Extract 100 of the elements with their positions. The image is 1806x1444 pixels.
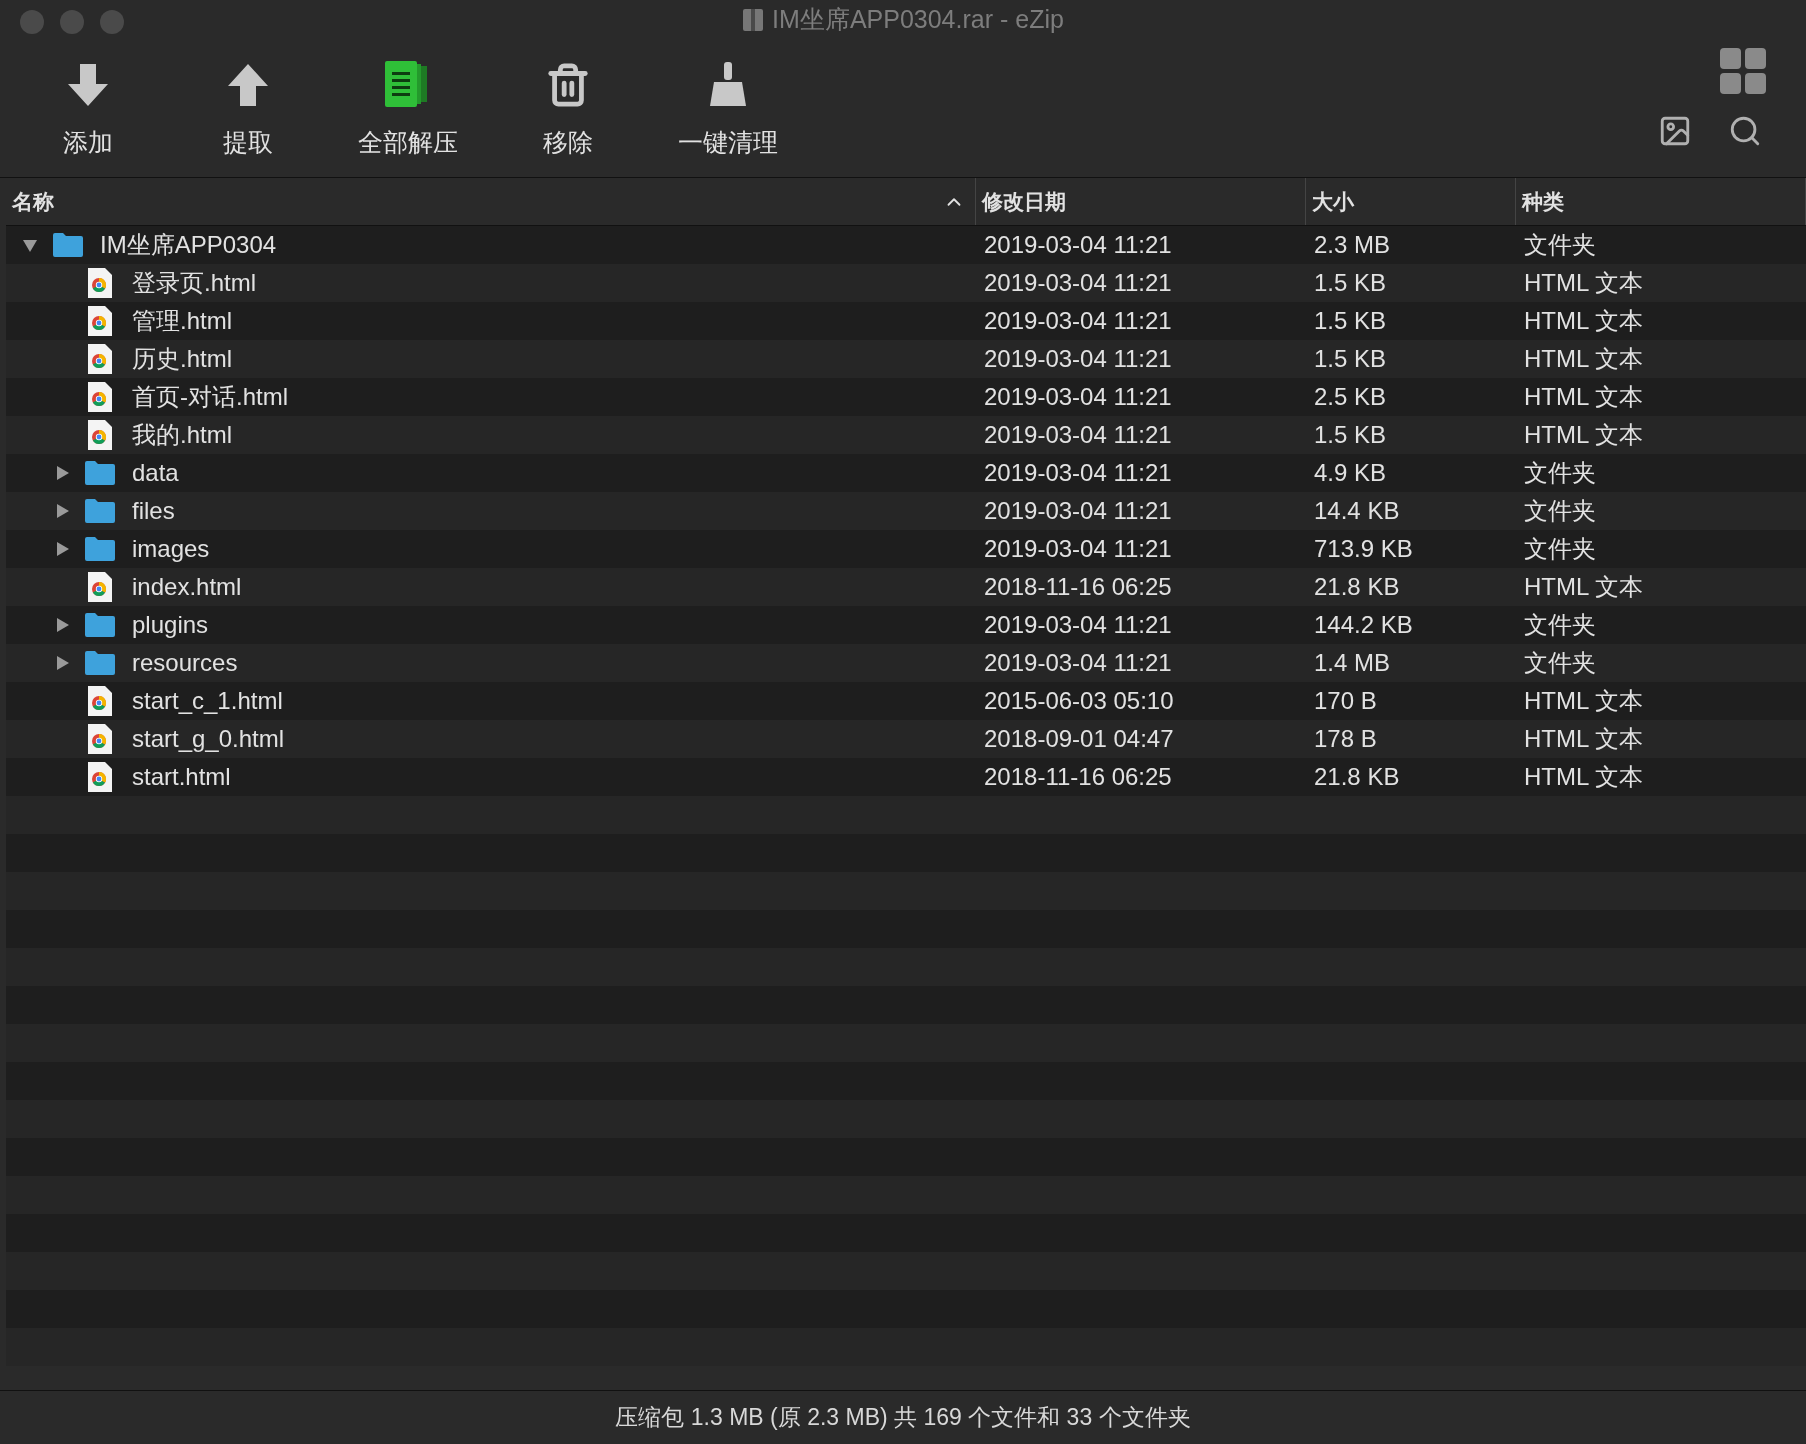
file-row[interactable]: 登录页.html 2019-03-04 11:21 1.5 KB HTML 文本 <box>6 264 1806 302</box>
modified-date: 2019-03-04 11:21 <box>983 648 1173 678</box>
trash-icon <box>545 62 591 108</box>
file-size: 1.4 MB <box>1313 648 1392 678</box>
html-file-icon <box>87 685 113 717</box>
file-name: 我的.html <box>132 420 232 450</box>
modified-date: 2019-03-04 11:21 <box>983 496 1173 526</box>
modified-date: 2019-03-04 11:21 <box>983 344 1173 374</box>
file-row[interactable]: plugins 2019-03-04 11:21 144.2 KB 文件夹 <box>6 606 1806 644</box>
file-size: 21.8 KB <box>1313 762 1401 792</box>
toolbar-button[interactable]: 移除 <box>510 58 626 177</box>
file-name: 登录页.html <box>132 268 256 298</box>
file-type: HTML 文本 <box>1523 420 1645 450</box>
file-size: 178 B <box>1313 724 1378 754</box>
modified-date: 2019-03-04 11:21 <box>983 382 1173 412</box>
file-row[interactable]: start_g_0.html 2018-09-01 04:47 178 B HTML 文本 <box>6 720 1806 758</box>
modified-date: 2019-03-04 11:21 <box>983 534 1173 564</box>
search-icon[interactable] <box>1728 114 1762 148</box>
expand-triangle-icon[interactable] <box>54 655 70 671</box>
html-file-icon <box>87 305 113 337</box>
file-size: 4.9 KB <box>1313 458 1388 488</box>
file-row[interactable]: data 2019-03-04 11:21 4.9 KB 文件夹 <box>6 454 1806 492</box>
file-type: 文件夹 <box>1523 458 1597 488</box>
expand-triangle-icon[interactable] <box>54 541 70 557</box>
file-size: 144.2 KB <box>1313 610 1414 640</box>
file-type: HTML 文本 <box>1523 572 1645 602</box>
file-size: 21.8 KB <box>1313 572 1401 602</box>
file-type: 文件夹 <box>1523 496 1597 526</box>
file-row[interactable]: IM坐席APP0304 2019-03-04 11:21 2.3 MB 文件夹 <box>6 226 1806 264</box>
modified-date: 2019-03-04 11:21 <box>983 306 1173 336</box>
column-header[interactable]: 种类 <box>1516 178 1806 225</box>
modified-date: 2019-03-04 11:21 <box>983 230 1173 260</box>
file-row[interactable]: images 2019-03-04 11:21 713.9 KB 文件夹 <box>6 530 1806 568</box>
toolbar-button[interactable]: 添加 <box>30 58 146 177</box>
folder-icon <box>84 650 116 676</box>
image-icon[interactable] <box>1658 114 1692 148</box>
status-text: 压缩包 1.3 MB (原 2.3 MB) 共 169 个文件和 33 个文件夹 <box>615 1403 1191 1433</box>
toolbar-button[interactable]: 全部解压 <box>350 58 466 177</box>
file-row[interactable]: resources 2019-03-04 11:21 1.4 MB 文件夹 <box>6 644 1806 682</box>
modified-date: 2018-11-16 06:25 <box>983 572 1173 602</box>
folder-icon <box>52 232 84 258</box>
file-type: 文件夹 <box>1523 230 1597 260</box>
up-arrow-icon <box>225 62 271 108</box>
file-type: HTML 文本 <box>1523 306 1645 336</box>
file-name: 管理.html <box>132 306 232 336</box>
window-title: IM坐席APP0304.rar - eZip <box>772 4 1064 36</box>
modified-date: 2019-03-04 11:21 <box>983 610 1173 640</box>
file-size: 170 B <box>1313 686 1378 716</box>
toolbar-button[interactable]: 一键清理 <box>670 58 786 177</box>
modified-date: 2018-09-01 04:47 <box>983 724 1175 754</box>
grid-view-icon[interactable] <box>1720 48 1766 94</box>
html-file-icon <box>87 419 113 451</box>
file-name: images <box>132 534 210 564</box>
file-size: 2.5 KB <box>1313 382 1388 412</box>
file-size: 1.5 KB <box>1313 344 1388 374</box>
column-header[interactable]: 修改日期 <box>976 178 1306 225</box>
html-file-icon <box>87 343 113 375</box>
file-name: index.html <box>132 572 242 602</box>
modified-date: 2019-03-04 11:21 <box>983 420 1173 450</box>
file-type: 文件夹 <box>1523 648 1597 678</box>
file-name: IM坐席APP0304 <box>100 230 277 260</box>
collapse-triangle-icon[interactable] <box>22 237 38 253</box>
folder-icon <box>84 536 116 562</box>
file-name: start_c_1.html <box>132 686 283 716</box>
file-row[interactable]: 我的.html 2019-03-04 11:21 1.5 KB HTML 文本 <box>6 416 1806 454</box>
file-type: HTML 文本 <box>1523 382 1645 412</box>
toolbar-button[interactable]: 提取 <box>190 58 306 177</box>
file-row[interactable]: start.html 2018-11-16 06:25 21.8 KB HTML 文本 <box>6 758 1806 796</box>
file-size: 1.5 KB <box>1313 268 1388 298</box>
file-name: start.html <box>132 762 231 792</box>
expand-triangle-icon[interactable] <box>54 503 70 519</box>
html-file-icon <box>87 723 113 755</box>
folder-icon <box>84 612 116 638</box>
folder-icon <box>84 460 116 486</box>
file-row[interactable]: start_c_1.html 2015-06-03 05:10 170 B HTML 文本 <box>6 682 1806 720</box>
html-file-icon <box>87 381 113 413</box>
file-size: 1.5 KB <box>1313 306 1388 336</box>
file-size: 2.3 MB <box>1313 230 1392 260</box>
file-name: files <box>132 496 175 526</box>
file-type: 文件夹 <box>1523 534 1597 564</box>
file-row[interactable]: index.html 2018-11-16 06:25 21.8 KB HTML 文本 <box>6 568 1806 606</box>
file-type: HTML 文本 <box>1523 762 1645 792</box>
column-header[interactable]: 大小 <box>1306 178 1516 225</box>
file-row[interactable]: 历史.html 2019-03-04 11:21 1.5 KB HTML 文本 <box>6 340 1806 378</box>
file-size: 1.5 KB <box>1313 420 1388 450</box>
file-type: HTML 文本 <box>1523 724 1645 754</box>
down-arrow-icon <box>65 62 111 108</box>
column-header[interactable]: 名称 <box>6 178 976 225</box>
file-size: 713.9 KB <box>1313 534 1414 564</box>
file-row[interactable]: files 2019-03-04 11:21 14.4 KB 文件夹 <box>6 492 1806 530</box>
expand-triangle-icon[interactable] <box>54 465 70 481</box>
file-type: 文件夹 <box>1523 610 1597 640</box>
file-type: HTML 文本 <box>1523 344 1645 374</box>
expand-triangle-icon[interactable] <box>54 617 70 633</box>
file-name: resources <box>132 648 238 678</box>
file-row[interactable]: 管理.html 2019-03-04 11:21 1.5 KB HTML 文本 <box>6 302 1806 340</box>
file-name: plugins <box>132 610 209 640</box>
modified-date: 2019-03-04 11:21 <box>983 268 1173 298</box>
folder-icon <box>84 498 116 524</box>
file-row[interactable]: 首页-对话.html 2019-03-04 11:21 2.5 KB HTML 文本 <box>6 378 1806 416</box>
